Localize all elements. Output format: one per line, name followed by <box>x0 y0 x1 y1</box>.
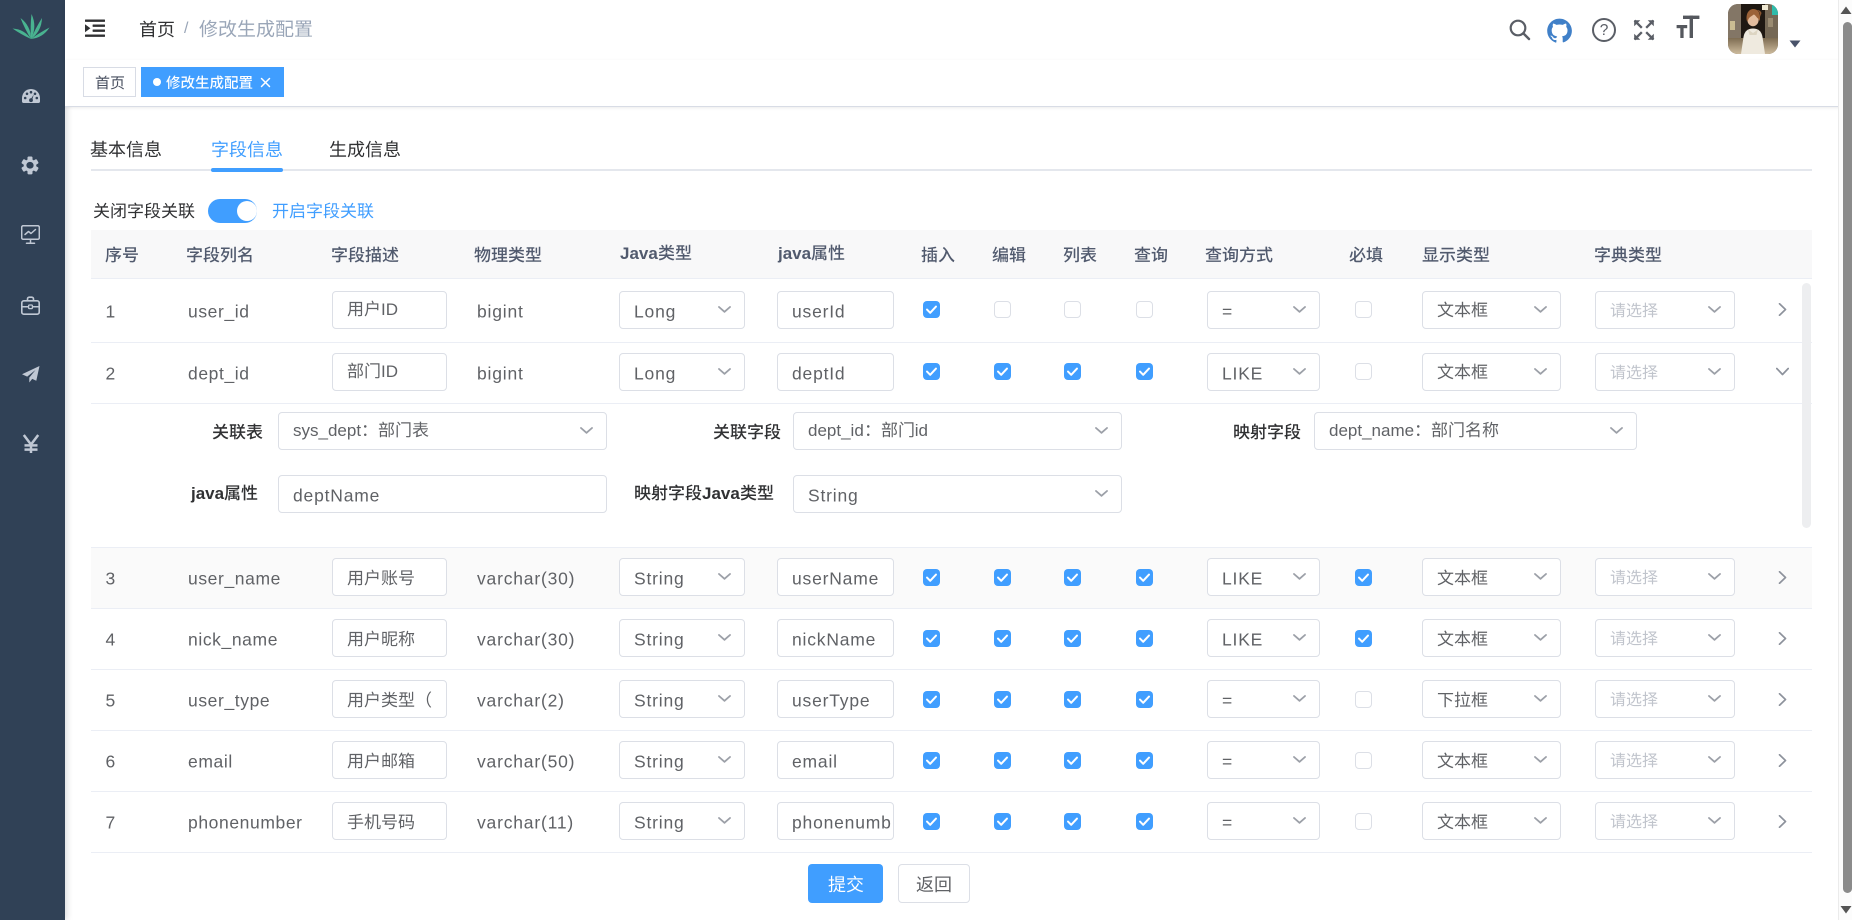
svg-text:?: ? <box>1600 22 1609 39</box>
